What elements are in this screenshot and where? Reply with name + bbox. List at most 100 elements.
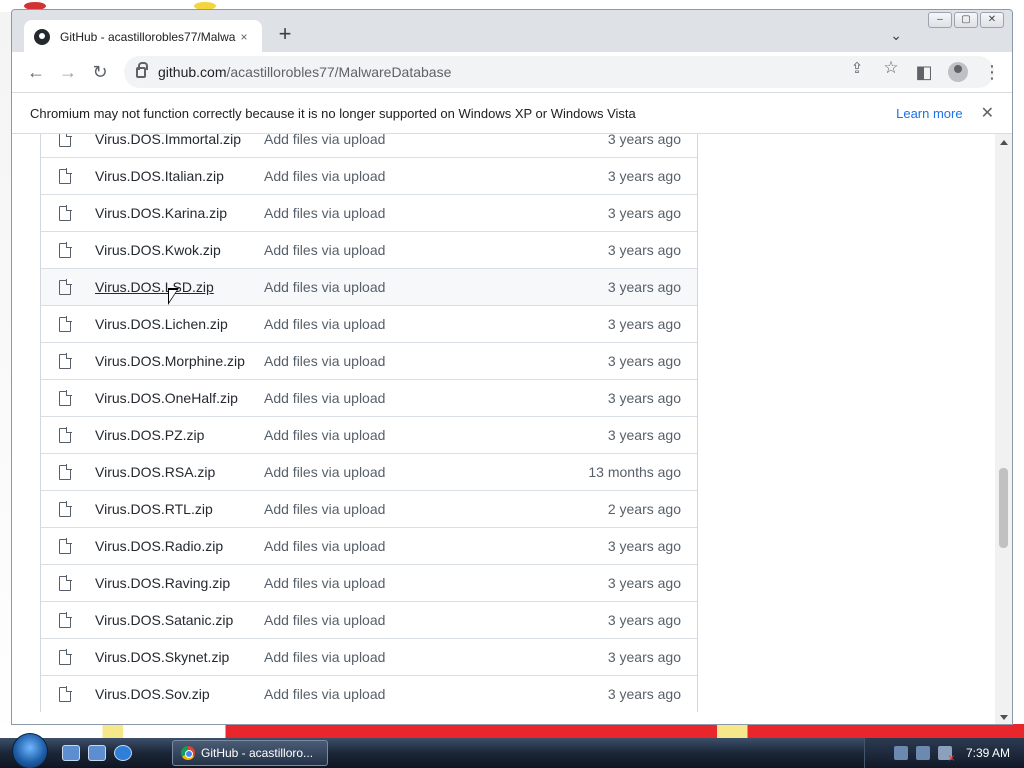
file-row[interactable]: Virus.DOS.Karina.zip Add files via upload… [41,194,697,231]
file-name-link[interactable]: Virus.DOS.Immortal.zip [95,134,264,147]
file-row[interactable]: Virus.DOS.Raving.zip Add files via upload… [41,564,697,601]
close-window-button[interactable]: ✕ [980,12,1004,28]
file-row[interactable]: Virus.DOS.Lichen.zip Add files via upload… [41,305,697,342]
forward-button[interactable]: → [52,56,84,88]
url-path: /acastillorobles77/MalwareDatabase [226,64,452,80]
commit-message-link[interactable]: Add files via upload [264,390,608,406]
file-row[interactable]: Virus.DOS.RSA.zip Add files via upload 13 … [41,453,697,490]
maximize-button[interactable]: ▢ [954,12,978,28]
file-row[interactable]: Virus.DOS.Radio.zip Add files via upload 3… [41,527,697,564]
file-list: Virus.DOS.Immortal.zip Add files via uplo… [40,134,698,712]
commit-message-link[interactable]: Add files via upload [264,316,608,332]
back-button[interactable]: ← [20,56,52,88]
file-name-link[interactable]: Virus.DOS.Satanic.zip [95,612,264,628]
share-icon[interactable]: ⇪ [846,57,868,79]
commit-age: 3 years ago [607,168,681,184]
url-text[interactable]: github.com/acastillorobles77/MalwareData… [158,64,451,80]
close-infobar-icon[interactable]: ✕ [981,103,994,123]
file-icon [59,537,72,554]
file-name-link[interactable]: Virus.DOS.PZ.zip [95,427,264,443]
commit-message-link[interactable]: Add files via upload [264,134,608,147]
scroll-down-icon[interactable] [1000,715,1008,720]
file-row[interactable]: Virus.DOS.Sov.zip Add files via upload 3 y… [41,675,697,712]
learn-more-link[interactable]: Learn more [896,106,962,121]
tab-strip: GitHub - acastillorobles77/Malwa × + ⌄ –… [12,10,1012,53]
page-content: Virus.DOS.Immortal.zip Add files via uplo… [12,134,1012,724]
scroll-up-icon[interactable] [1000,140,1008,145]
tab-close-icon[interactable]: × [236,30,252,44]
commit-age: 3 years ago [607,316,681,332]
file-icon [59,134,72,147]
taskbar: GitHub - acastilloro... 7:39 AM [0,733,1024,768]
security-icon[interactable] [915,746,930,760]
internet-explorer-icon[interactable] [114,745,132,761]
commit-message-link[interactable]: Add files via upload [264,501,608,517]
file-name-link[interactable]: Virus.DOS.RSA.zip [95,464,264,480]
file-row[interactable]: Virus.DOS.OneHalf.zip Add files via uploa… [41,379,697,416]
chrome-icon [181,746,195,760]
file-name-link[interactable]: Virus.DOS.Morphine.zip [95,353,264,369]
file-name-link[interactable]: Virus.DOS.Raving.zip [95,575,264,591]
menu-icon[interactable]: ⋮ [976,56,1008,88]
file-name-link[interactable]: Virus.DOS.Radio.zip [95,538,264,554]
file-icon [59,352,72,369]
clock[interactable]: 7:39 AM [966,746,1010,760]
profile-button[interactable] [942,56,974,88]
github-icon [34,28,50,45]
scroll-thumb[interactable] [999,468,1008,548]
commit-message-link[interactable]: Add files via upload [264,427,608,443]
commit-age: 3 years ago [607,575,681,591]
commit-message-link[interactable]: Add files via upload [264,686,608,702]
file-row[interactable]: Virus.DOS.Kwok.zip Add files via upload 3 … [41,231,697,268]
taskbar-task-label: GitHub - acastilloro... [201,746,314,760]
file-name-link[interactable]: Virus.DOS.OneHalf.zip [95,390,264,406]
commit-message-link[interactable]: Add files via upload [264,205,608,221]
commit-message-link[interactable]: Add files via upload [264,575,608,591]
file-name-link[interactable]: Virus.DOS.Italian.zip [95,168,264,184]
network-icon[interactable] [893,746,908,760]
commit-message-link[interactable]: Add files via upload [264,279,608,295]
tab-github[interactable]: GitHub - acastillorobles77/Malwa × [24,20,262,53]
file-name-link[interactable]: Virus.DOS.RTL.zip [95,501,264,517]
bookmark-star-icon[interactable]: ☆ [880,57,902,79]
start-button[interactable] [12,733,48,768]
file-name-link[interactable]: Virus.DOS.Skynet.zip [95,649,264,665]
file-name-link[interactable]: Virus.DOS.Karina.zip [95,205,264,221]
commit-age: 3 years ago [607,427,681,443]
volume-muted-icon[interactable] [937,746,955,765]
commit-message-link[interactable]: Add files via upload [264,649,608,665]
tab-search-icon[interactable]: ⌄ [890,27,902,44]
file-row[interactable]: Virus.DOS.Immortal.zip Add files via uplo… [41,134,697,157]
file-row[interactable]: Virus.DOS.PZ.zip Add files via upload 3 ye… [41,416,697,453]
minimize-button[interactable]: – [928,12,952,28]
taskbar-chrome-button[interactable]: GitHub - acastilloro... [172,740,328,766]
commit-message-link[interactable]: Add files via upload [264,353,608,369]
file-name-link[interactable]: Virus.DOS.LSD.zip [95,279,264,295]
file-name-link[interactable]: Virus.DOS.Lichen.zip [95,316,264,332]
file-name-link[interactable]: Virus.DOS.Sov.zip [95,686,264,702]
file-row[interactable]: Virus.DOS.Italian.zip Add files via uploa… [41,157,697,194]
quick-launch [62,745,132,761]
commit-message-link[interactable]: Add files via upload [264,538,608,554]
commit-message-link[interactable]: Add files via upload [264,464,588,480]
show-desktop-icon[interactable] [62,745,80,761]
switch-windows-icon[interactable] [88,745,106,761]
commit-message-link[interactable]: Add files via upload [264,168,608,184]
mouse-cursor [168,288,179,305]
commit-message-link[interactable]: Add files via upload [264,242,608,258]
reload-button[interactable]: ↻ [84,56,116,88]
file-row[interactable]: Virus.DOS.RTL.zip Add files via upload 2 y… [41,490,697,527]
unsupported-os-infobar: Chromium may not function correctly beca… [12,92,1012,134]
file-name-link[interactable]: Virus.DOS.Kwok.zip [95,242,264,258]
commit-message-link[interactable]: Add files via upload [264,612,608,628]
file-row[interactable]: Virus.DOS.LSD.zip Add files via upload 3 y… [41,268,697,305]
lock-icon[interactable] [136,61,148,78]
commit-age: 2 years ago [607,501,681,517]
file-row[interactable]: Virus.DOS.Morphine.zip Add files via uplo… [41,342,697,379]
file-row[interactable]: Virus.DOS.Skynet.zip Add files via upload… [41,638,697,675]
side-panel-icon[interactable]: ◧ [908,56,940,88]
file-icon [59,426,72,443]
file-row[interactable]: Virus.DOS.Satanic.zip Add files via uploa… [41,601,697,638]
new-tab-button[interactable]: + [274,23,296,46]
vertical-scrollbar[interactable] [995,134,1012,724]
